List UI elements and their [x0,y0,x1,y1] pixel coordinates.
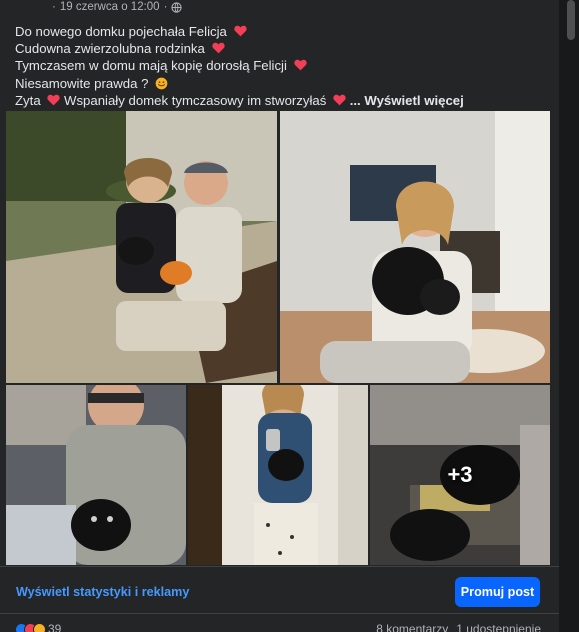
heart-icon [211,42,225,54]
smile-emoji-icon [155,77,168,89]
post-text: Do nowego domku pojechała Felicja Cudown… [15,23,545,109]
more-photos-overlay[interactable]: +3 [370,385,550,565]
comments-count-link[interactable]: 8 komentarzy [376,622,448,632]
post-line: Do nowego domku pojechała Felicja [15,23,545,40]
heart-icon [333,94,346,106]
post-timestamp[interactable]: 19 czerwca o 12:00 [60,1,160,13]
middot: · [163,1,168,13]
scrollbar-thumb[interactable] [567,0,575,40]
photo-dogs-in-bed[interactable]: +3 [370,385,550,565]
reaction-icons [15,622,46,632]
globe-icon [171,1,183,13]
post-meta: · 19 czerwca o 12:00 · [52,1,183,13]
reaction-count: 39 [48,622,62,632]
care-reaction-icon [33,622,46,632]
post-line: Zyta Wspaniały domek tymczasowy im stwor… [15,92,464,108]
middot: · [52,1,56,13]
heart-icon [233,25,247,37]
photo-couple-with-dog[interactable] [6,111,277,383]
reactions-summary[interactable]: 39 [15,622,61,632]
post-card: · 19 czerwca o 12:00 · Do nowego domku p… [0,0,559,632]
photo-mirror-selfie[interactable] [188,385,368,565]
scrollbar[interactable] [559,0,579,632]
engagement-counts: 8 komentarzy 1 udostępnienie [376,622,541,632]
view-insights-link[interactable]: Wyświetl statystyki i reklamy [16,585,189,599]
photo-woman-with-dogs[interactable] [280,111,550,383]
post-line: Cudowna zwierzolubna rodzinka [15,40,545,57]
see-more-link[interactable]: ... Wyświetl więcej [350,93,464,108]
post-line: Tymczasem w domu mają kopię dorosłą Feli… [15,57,545,74]
post-insights-bar: Wyświetl statystyki i reklamy Promuj pos… [0,566,559,614]
heart-icon [47,94,60,106]
promote-post-button[interactable]: Promuj post [455,577,540,607]
post-line: Niesamowite prawda ? [15,75,545,92]
more-photos-count: +3 [447,462,473,487]
shares-count-link[interactable]: 1 udostępnienie [456,622,541,632]
photo-man-with-puppy[interactable] [6,385,186,565]
heart-icon [293,60,307,71]
